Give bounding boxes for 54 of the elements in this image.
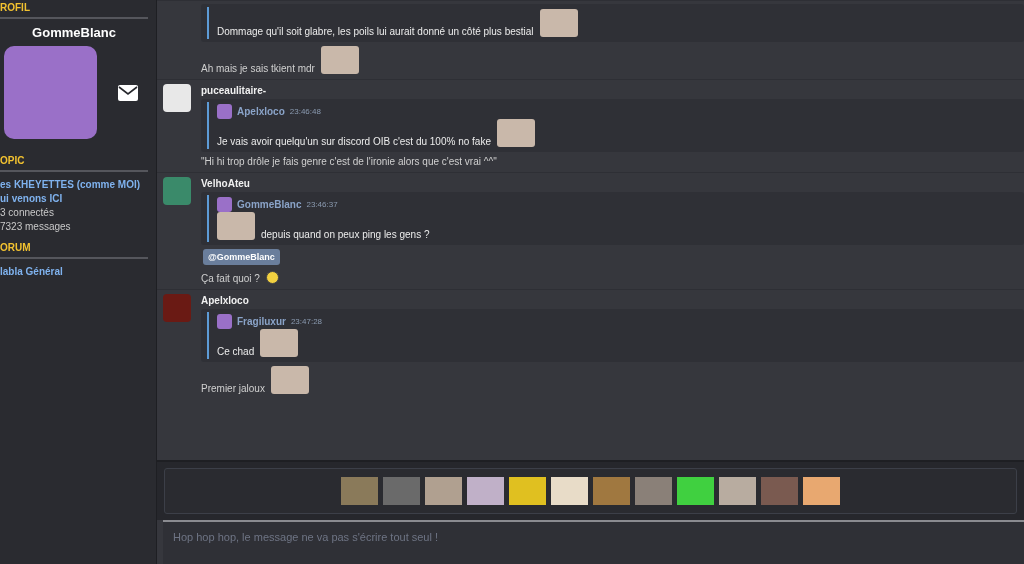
timestamp: 23:47:28 — [290, 317, 323, 326]
quote-text: Ce chad — [217, 346, 255, 357]
sticker-placeholder — [270, 366, 309, 394]
quote-text: Dommage qu'il soit glabre, les poils lui aurait donné un côté plus bestial — [217, 26, 534, 37]
sticker-placeholder[interactable] — [677, 477, 714, 505]
avatar-placeholder — [163, 84, 191, 112]
username: GommeBlanc — [31, 25, 117, 40]
avatar-placeholder — [217, 104, 232, 119]
sticker-placeholder — [539, 9, 578, 37]
message-text: "Hi hi trop drôle je fais genre c'est de l'ironie alors que c'est vrai ^^" — [201, 156, 497, 167]
avatar-placeholder — [217, 197, 232, 212]
message-text: Ça fait quoi ? — [201, 273, 260, 284]
emoji-icon — [265, 271, 279, 284]
quote-author[interactable]: Fragiluxur — [237, 316, 286, 327]
topic-link[interactable]: ui venons ICI — [0, 192, 148, 206]
forum-link[interactable]: labla Général — [0, 265, 148, 279]
sticker-placeholder[interactable] — [803, 477, 840, 505]
sticker-placeholder[interactable] — [593, 477, 630, 505]
section-header: ORUM — [0, 240, 148, 259]
author-name[interactable]: VelhoAteu — [201, 178, 250, 189]
author-name[interactable]: Apelxloco — [201, 295, 249, 306]
sticker-placeholder[interactable] — [719, 477, 756, 505]
quote-author[interactable]: Apelxloco — [237, 106, 285, 117]
message-field[interactable]: Hop hop hop, le message ne va pas s'écrire tout seul ! — [163, 520, 1024, 564]
avatar-placeholder — [217, 314, 232, 329]
author-name[interactable]: puceaulitaire- — [201, 85, 267, 96]
sticker-placeholder[interactable] — [509, 477, 546, 505]
sticker-placeholder[interactable] — [551, 477, 588, 505]
avatar-placeholder — [163, 177, 191, 205]
quote-author[interactable]: GommeBlanc — [237, 199, 302, 210]
sticker-placeholder[interactable] — [425, 477, 462, 505]
topic-link[interactable]: es KHEYETTES (comme MOI) — [0, 178, 148, 192]
mail-icon[interactable] — [118, 84, 138, 101]
timestamp: 23:46:37 — [306, 200, 338, 209]
sticker-placeholder[interactable] — [383, 477, 420, 505]
message-text: Premier jaloux — [201, 383, 265, 394]
avatar-placeholder — [163, 294, 191, 322]
sticker-placeholder[interactable] — [467, 477, 504, 505]
sticker-placeholder — [320, 46, 359, 74]
sticker-placeholder[interactable] — [635, 477, 672, 505]
message-text: Ah mais je sais tkient mdr — [201, 63, 315, 74]
sticker-placeholder[interactable] — [341, 477, 378, 505]
topic-stat: 3 connectés — [0, 206, 55, 220]
quote-text: depuis quand on peux ping les gens ? — [261, 229, 430, 240]
mention-tag[interactable]: @GommeBlanc — [203, 249, 280, 265]
sticker-placeholder — [260, 329, 299, 357]
section-header: ROFIL — [0, 0, 148, 19]
topic-stat: 7323 messages — [0, 220, 72, 234]
timestamp: 23:46:48 — [289, 107, 321, 116]
sticker-placeholder — [497, 119, 535, 147]
section-header: OPIC — [0, 153, 148, 172]
sticker-placeholder[interactable] — [761, 477, 798, 505]
quote-text: Je vais avoir quelqu'un sur discord OIB c'est du 100% no fake — [217, 136, 491, 147]
sticker-placeholder — [217, 212, 255, 240]
